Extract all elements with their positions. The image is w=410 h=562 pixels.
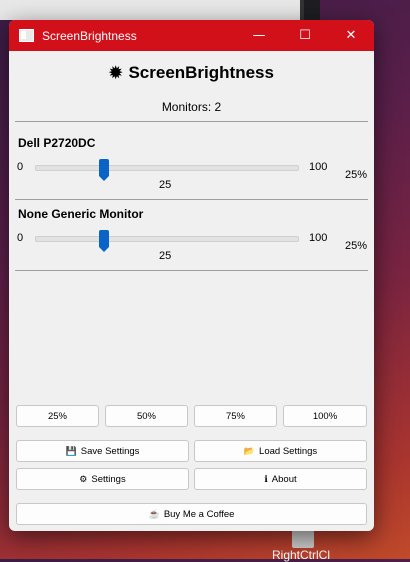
divider [15,199,368,200]
preset-25-button[interactable]: 25% [16,405,99,427]
brightness-value: 25 [159,250,172,262]
slider-min-label: 0 [17,161,24,173]
monitor-name: None Generic Monitor [18,207,144,221]
heading-text: ScreenBrightness [128,63,274,82]
brightness-slider-track[interactable] [35,165,299,171]
save-settings-label: Save Settings [80,445,140,457]
brightness-percent: 25% [345,169,368,181]
divider [15,121,368,122]
coffee-icon: ☕ [148,508,160,519]
monitor-count: Monitors: 2 [161,100,222,114]
preset-75-button[interactable]: 75% [194,405,277,427]
brightness-slider-thumb[interactable] [98,159,109,181]
brightness-value: 25 [159,179,172,191]
slider-max-label: 100 [309,161,328,173]
window-title: ScreenBrightness [42,28,137,43]
desktop-shortcut-label[interactable]: RightCtrlCl [272,548,330,562]
gear-icon: ✹ [109,65,123,82]
buy-me-a-coffee-label: Buy Me a Coffee [163,508,235,520]
background-window [0,0,304,20]
about-label: About [271,473,297,485]
info-icon: ℹ [264,473,268,484]
preset-50-button[interactable]: 50% [105,405,188,427]
settings-button[interactable]: ⚙ Settings [16,468,189,490]
buy-me-a-coffee-button[interactable]: ☕ Buy Me a Coffee [16,503,367,525]
background-window-edge [304,0,320,22]
desktop-shortcut-icon[interactable] [292,530,314,548]
settings-gear-icon: ⚙ [79,473,88,484]
main-content: ✹ ScreenBrightness Monitors: 2 Dell P2720… [9,51,374,531]
save-icon: 💾 [65,445,77,456]
save-settings-button[interactable]: 💾 Save Settings [16,440,189,462]
about-button[interactable]: ℹ About [194,468,367,490]
app-heading: ✹ ScreenBrightness [9,63,374,83]
title-bar[interactable]: ScreenBrightness — ☐ ✕ [9,20,374,51]
settings-label: Settings [91,473,126,485]
monitor-name: Dell P2720DC [18,136,96,150]
maximize-button[interactable]: ☐ [282,20,328,51]
brightness-percent: 25% [345,240,368,252]
brightness-slider-thumb[interactable] [98,230,109,252]
app-window-icon [19,29,34,42]
slider-min-label: 0 [17,232,24,244]
slider-max-label: 100 [309,232,328,244]
brightness-slider-track[interactable] [35,236,299,242]
load-settings-button[interactable]: 📂 Load Settings [194,440,367,462]
minimize-button[interactable]: — [236,20,282,51]
divider [15,270,368,271]
app-window: ScreenBrightness — ☐ ✕ ✹ ScreenBrightness… [9,20,374,531]
preset-100-button[interactable]: 100% [283,405,367,427]
close-button[interactable]: ✕ [328,20,374,51]
load-settings-label: Load Settings [259,445,318,457]
folder-icon: 📂 [243,445,256,456]
